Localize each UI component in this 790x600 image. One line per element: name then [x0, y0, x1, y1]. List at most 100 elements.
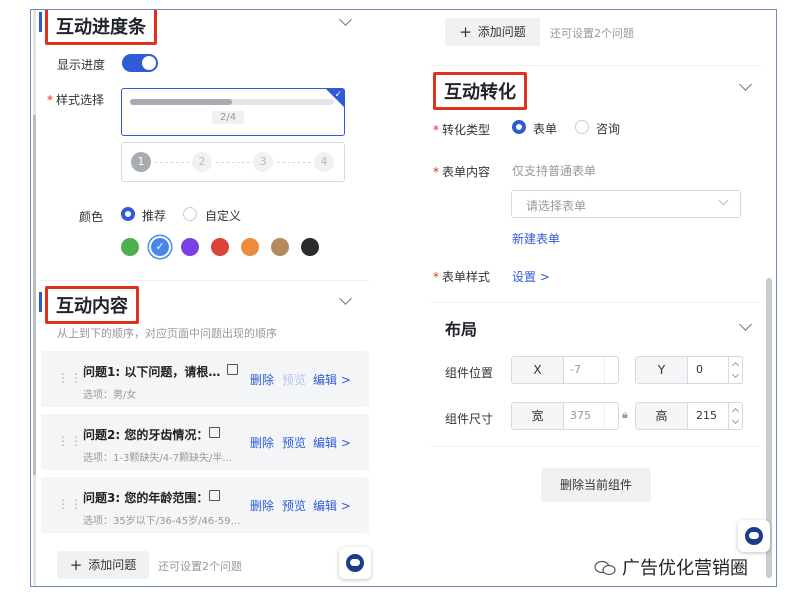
chevron-down-icon[interactable] [739, 78, 752, 91]
color-custom-radio[interactable] [183, 207, 197, 221]
progress-section-title: 互动进度条 [45, 10, 157, 45]
layout-section-title: 布局 [445, 320, 478, 339]
edit-question-link[interactable]: 编辑 > [313, 497, 351, 514]
form-select[interactable]: 请选择表单 [511, 190, 741, 218]
section-accent-bar [39, 292, 42, 312]
position-label: 组件位置 [445, 366, 494, 380]
question-card[interactable]: ⋮⋮ 问题3: 您的年龄范围： 选项：35岁以下/36-45岁/46-59… 删除 预览… [41, 477, 369, 533]
new-form-link[interactable]: 新建表单 [512, 230, 560, 247]
assistant-button[interactable] [339, 547, 371, 579]
type-form-label[interactable]: 表单 [533, 120, 557, 137]
edit-question-link[interactable]: 编辑 > [313, 434, 351, 451]
color-swatch[interactable] [211, 238, 229, 256]
form-select-placeholder: 请选择表单 [526, 199, 587, 213]
x-prefix: X [512, 357, 564, 383]
question-options: 选项：男/女 [83, 390, 137, 401]
delete-question-link[interactable]: 删除 [250, 497, 274, 514]
type-consult-label[interactable]: 咨询 [596, 120, 620, 137]
top-add-question-button[interactable]: + 添加问题 [445, 18, 540, 46]
chevron-down-icon[interactable] [739, 318, 752, 331]
left-scrollbar[interactable] [33, 115, 36, 475]
top-add-question-label: 添加问题 [477, 25, 526, 39]
add-question-button[interactable]: + 添加问题 [57, 551, 149, 579]
form-style-link[interactable]: 设置 > [512, 268, 550, 285]
conversion-type-text: 转化类型 [442, 123, 491, 137]
plus-icon: + [459, 23, 472, 41]
type-consult-radio[interactable] [575, 120, 589, 134]
step-4: 4 [314, 152, 334, 172]
height-value: 215 [696, 409, 717, 422]
style-option-steps[interactable]: 1 2 3 4 [121, 142, 345, 182]
lock-icon[interactable]: 🔒︎ [622, 408, 628, 422]
drag-handle-icon[interactable]: ⋮⋮ [57, 497, 83, 511]
color-swatch[interactable] [241, 238, 259, 256]
color-swatch[interactable]: ✓ [151, 238, 169, 256]
delete-component-button[interactable]: 删除当前组件 [541, 468, 651, 502]
required-star: * [433, 123, 439, 137]
delete-question-link[interactable]: 删除 [250, 371, 274, 388]
size-width-input[interactable]: 宽 375 [511, 402, 619, 430]
robot-icon [346, 554, 364, 572]
show-progress-label: 显示进度 [57, 58, 106, 72]
step-connector [277, 162, 311, 163]
preview-question-link[interactable]: 预览 [282, 371, 306, 388]
step-connector [155, 162, 189, 163]
assistant-button[interactable] [738, 520, 770, 552]
color-recommended-radio[interactable] [121, 207, 135, 221]
height-prefix: 高 [636, 403, 688, 429]
chevron-up-icon[interactable] [731, 361, 740, 370]
check-icon: ✓ [334, 90, 342, 100]
left-panel: 互动进度条 显示进度 * 样式选择 ✓ 2/4 1 2 3 4 颜色 推荐 自定义… [39, 10, 369, 586]
color-swatch[interactable] [301, 238, 319, 256]
question-options: 选项：35岁以下/36-45岁/46-59… [83, 516, 241, 527]
color-recommended-label[interactable]: 推荐 [142, 207, 166, 224]
chevron-down-icon [718, 195, 729, 206]
progress-badge: 2/4 [212, 111, 245, 124]
edit-title-icon[interactable] [209, 490, 220, 501]
question-card[interactable]: ⋮⋮ 问题2: 您的牙齿情况： 选项：1-3颗缺失/4-7颗缺失/半… 删除 预览 编辑 … [41, 414, 369, 470]
delete-question-link[interactable]: 删除 [250, 434, 274, 451]
position-x-input[interactable]: X -7 [511, 356, 619, 384]
form-content-text: 表单内容 [442, 165, 491, 179]
chevron-down-icon[interactable] [339, 292, 352, 305]
edit-title-icon[interactable] [227, 364, 238, 375]
show-progress-toggle[interactable] [122, 54, 158, 72]
step-1: 1 [131, 152, 151, 172]
check-icon: ✓ [155, 240, 165, 253]
form-content-hint: 仅支持普通表单 [512, 164, 597, 178]
form-style-text: 表单样式 [442, 270, 491, 284]
edit-question-link[interactable]: 编辑 > [313, 371, 351, 388]
edit-title-icon[interactable] [209, 427, 220, 438]
position-y-input[interactable]: Y 0 [635, 356, 743, 384]
color-swatch[interactable] [181, 238, 199, 256]
form-style-label: * 表单样式 [433, 268, 490, 285]
y-stepper[interactable] [728, 357, 742, 383]
x-stepper[interactable] [604, 357, 618, 383]
type-form-radio[interactable] [512, 120, 526, 134]
height-stepper[interactable] [728, 403, 742, 429]
top-add-question-hint: 还可设置2个问题 [550, 27, 634, 40]
robot-icon [745, 527, 763, 545]
color-swatch[interactable] [271, 238, 289, 256]
chevron-down-icon[interactable] [731, 370, 740, 379]
required-star: * [433, 165, 439, 179]
chevron-down-icon[interactable] [731, 416, 740, 425]
chevron-down-icon[interactable] [339, 13, 352, 26]
watermark: 广告优化营销圈 [594, 554, 748, 580]
question-card[interactable]: ⋮⋮ 问题1: 以下问题，请根… 选项：男/女 删除 预览 编辑 > [41, 351, 369, 407]
style-select-label: * 样式选择 [47, 91, 104, 108]
content-section-title: 互动内容 [45, 286, 139, 324]
size-height-input[interactable]: 高 215 [635, 402, 743, 430]
chevron-up-icon[interactable] [731, 407, 740, 416]
color-swatch[interactable] [121, 238, 139, 256]
preview-question-link[interactable]: 预览 [282, 434, 306, 451]
editor-frame: 互动进度条 显示进度 * 样式选择 ✓ 2/4 1 2 3 4 颜色 推荐 自定义… [30, 9, 777, 587]
width-stepper[interactable] [604, 403, 618, 429]
style-select-text: 样式选择 [56, 93, 105, 107]
width-prefix: 宽 [512, 403, 564, 429]
style-option-bar[interactable]: ✓ 2/4 [121, 88, 345, 136]
preview-question-link[interactable]: 预览 [282, 497, 306, 514]
drag-handle-icon[interactable]: ⋮⋮ [57, 434, 83, 448]
color-custom-label[interactable]: 自定义 [205, 207, 241, 224]
drag-handle-icon[interactable]: ⋮⋮ [57, 371, 83, 385]
